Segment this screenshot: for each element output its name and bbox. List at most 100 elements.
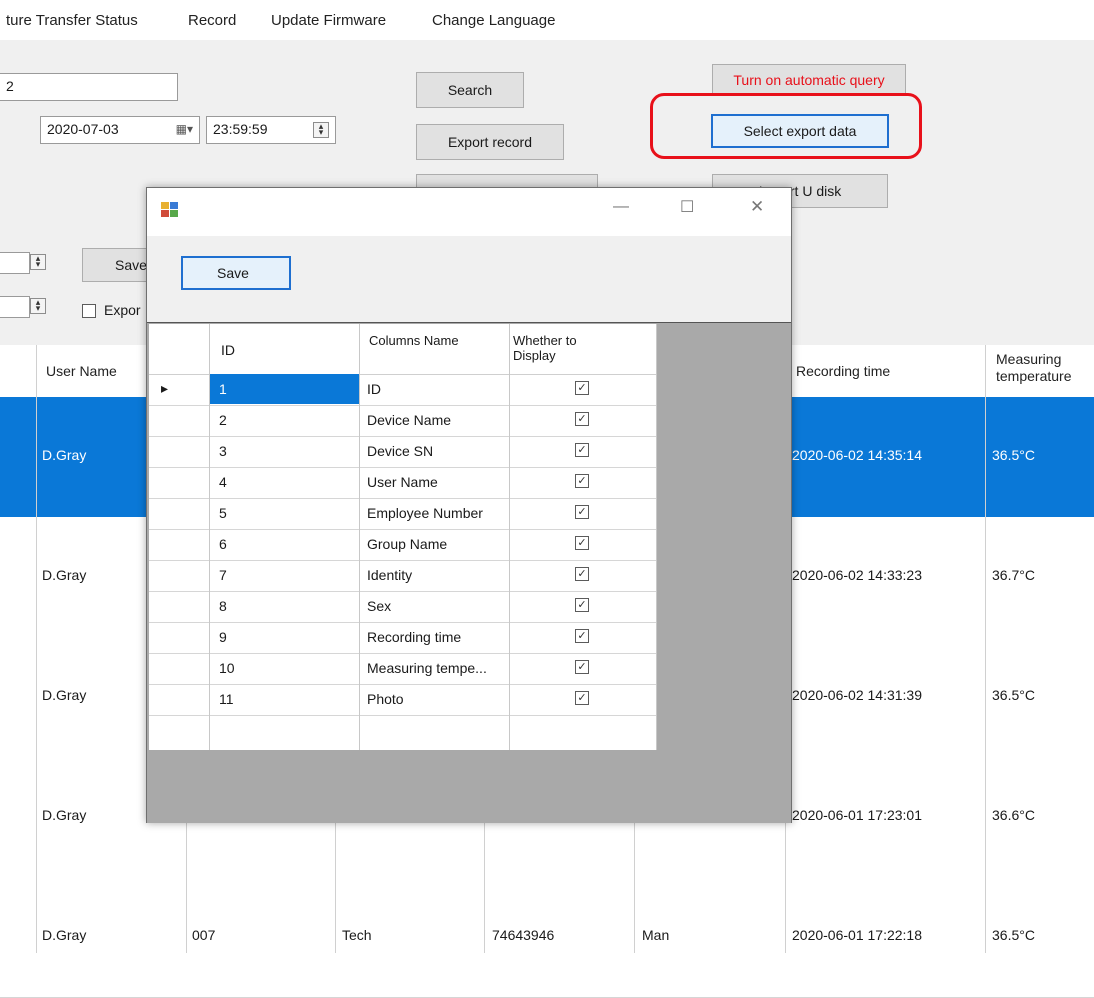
cell-id: 007: [192, 927, 216, 943]
display-checkbox[interactable]: ✓: [575, 598, 589, 612]
close-icon[interactable]: ✕: [750, 197, 764, 217]
row-id: 5: [219, 505, 227, 521]
menu-feature-transfer-status[interactable]: ture Transfer Status: [6, 12, 138, 29]
row-id: 6: [219, 536, 227, 552]
row-id: 8: [219, 598, 227, 614]
column-divider: [656, 324, 657, 750]
cell-user-name: D.Gray: [42, 807, 87, 823]
list-item[interactable]: 7 Identity ✓: [149, 560, 657, 592]
display-checkbox[interactable]: ✓: [575, 474, 589, 488]
row-column-name: Sex: [367, 598, 392, 614]
list-item[interactable]: 4 User Name ✓: [149, 467, 657, 499]
list-item[interactable]: 11 Photo ✓: [149, 684, 657, 716]
row-column-name: Device Name: [367, 412, 452, 428]
row-column-name: Photo: [367, 691, 404, 707]
row-column-name: Group Name: [367, 536, 448, 552]
display-checkbox[interactable]: ✓: [575, 381, 589, 395]
number-field-lower[interactable]: [0, 296, 30, 318]
row-id: 4: [219, 474, 227, 490]
calendar-dropdown-icon[interactable]: ▦▾: [176, 122, 193, 136]
export-checkbox[interactable]: [82, 304, 96, 318]
display-checkbox[interactable]: ✓: [575, 536, 589, 550]
export-record-button[interactable]: Export record: [416, 124, 564, 160]
save-button-label: Save: [115, 257, 147, 273]
search-button[interactable]: Search: [416, 72, 524, 108]
column-divider: [509, 324, 510, 750]
row-id: 2: [219, 412, 227, 428]
dialog-save-button[interactable]: Save: [181, 256, 291, 290]
row-column-name: Measuring tempe...: [367, 660, 487, 676]
row-column-name: User Name: [367, 474, 438, 490]
cell-user-name: D.Gray: [42, 447, 87, 463]
display-checkbox[interactable]: ✓: [575, 412, 589, 426]
minimize-icon[interactable]: —: [613, 198, 629, 216]
select-export-data-button[interactable]: Select export data: [711, 114, 889, 148]
row-id: 11: [219, 691, 234, 707]
display-checkbox[interactable]: ✓: [575, 443, 589, 457]
column-settings-grid: ID Columns Name Whether to Display ▸ 1 ID ✓…: [149, 324, 657, 750]
header-id[interactable]: ID: [221, 342, 235, 358]
list-item[interactable]: 6 Group Name ✓: [149, 529, 657, 561]
grid-divider: [985, 345, 986, 953]
column-settings-pane: ID Columns Name Whether to Display ▸ 1 ID ✓…: [147, 322, 791, 823]
cell-recording-time: 2020-06-02 14:31:39: [792, 687, 922, 703]
automatic-query-button[interactable]: Turn on automatic query: [712, 64, 906, 96]
display-checkbox[interactable]: ✓: [575, 660, 589, 674]
end-date-picker[interactable]: 2020-07-03 ▦▾: [40, 116, 200, 144]
dialog-title-bar: — ☐ ✕: [147, 188, 791, 236]
display-checkbox[interactable]: ✓: [575, 629, 589, 643]
list-item[interactable]: 5 Employee Number ✓: [149, 498, 657, 530]
row-id: 3: [219, 443, 227, 459]
cell-measuring-temperature: 36.5°C: [992, 447, 1035, 463]
selected-cell-highlight: [210, 374, 359, 404]
row-id: 1: [219, 381, 227, 397]
table-row[interactable]: D.Gray 007 Tech 74643946 Man 2020-06-01 17:22…: [0, 877, 1094, 998]
cell-group: Tech: [342, 927, 372, 943]
row-column-name: ID: [367, 381, 381, 397]
number-field-upper[interactable]: [0, 252, 30, 274]
display-checkbox[interactable]: ✓: [575, 567, 589, 581]
cell-measuring-temperature: 36.7°C: [992, 567, 1035, 583]
menu-update-firmware[interactable]: Update Firmware: [271, 12, 386, 29]
time-spin-icon[interactable]: ▴ ▾: [313, 122, 329, 138]
row-id: 10: [219, 660, 235, 676]
list-item[interactable]: 8 Sex ✓: [149, 591, 657, 623]
column-settings-header: ID Columns Name Whether to Display: [149, 324, 657, 375]
cell-recording-time: 2020-06-01 17:23:01: [792, 807, 922, 823]
grid-divider: [36, 345, 37, 953]
row-column-name: Employee Number: [367, 505, 483, 521]
cell-measuring-temperature: 36.6°C: [992, 807, 1035, 823]
list-item[interactable]: 9 Recording time ✓: [149, 622, 657, 654]
maximize-icon[interactable]: ☐: [680, 197, 694, 217]
header-columns-name[interactable]: Columns Name: [369, 333, 459, 348]
display-checkbox[interactable]: ✓: [575, 505, 589, 519]
list-item[interactable]: ▸ 1 ID ✓: [149, 374, 657, 406]
row-column-name: Device SN: [367, 443, 434, 459]
list-item[interactable]: 2 Device Name ✓: [149, 405, 657, 437]
display-checkbox[interactable]: ✓: [575, 691, 589, 705]
cell-measuring-temperature: 36.5°C: [992, 927, 1035, 943]
cell-user-name: D.Gray: [42, 927, 87, 943]
header-whether-to-display[interactable]: Whether to Display: [513, 333, 593, 363]
cell-measuring-temperature: 36.5°C: [992, 687, 1035, 703]
list-item[interactable]: 10 Measuring tempe... ✓: [149, 653, 657, 685]
cell-recording-time: 2020-06-02 14:35:14: [792, 447, 922, 463]
header-recording-time[interactable]: Recording time: [796, 363, 890, 379]
header-measuring-temperature[interactable]: Measuring temperature: [996, 351, 1088, 385]
menu-change-language[interactable]: Change Language: [432, 12, 555, 29]
export-checkbox-label: Expor: [104, 302, 141, 318]
menu-record[interactable]: Record: [188, 12, 236, 29]
spin-lower-icon[interactable]: ▴ ▾: [30, 298, 46, 314]
list-item[interactable]: 3 Device SN ✓: [149, 436, 657, 468]
cell-sex: Man: [642, 927, 670, 943]
column-divider: [209, 324, 210, 750]
column-divider: [359, 324, 360, 750]
spin-upper-icon[interactable]: ▴ ▾: [30, 254, 46, 270]
end-time-picker[interactable]: 23:59:59 ▴ ▾: [206, 116, 336, 144]
header-user-name[interactable]: User Name: [46, 363, 117, 379]
query-text-field[interactable]: 2: [0, 73, 178, 101]
cell-recording-time: 2020-06-01 17:22:18: [792, 927, 922, 943]
cell-user-name: D.Gray: [42, 687, 87, 703]
app-icon: [161, 202, 179, 218]
end-time-value: 23:59:59: [213, 121, 268, 137]
